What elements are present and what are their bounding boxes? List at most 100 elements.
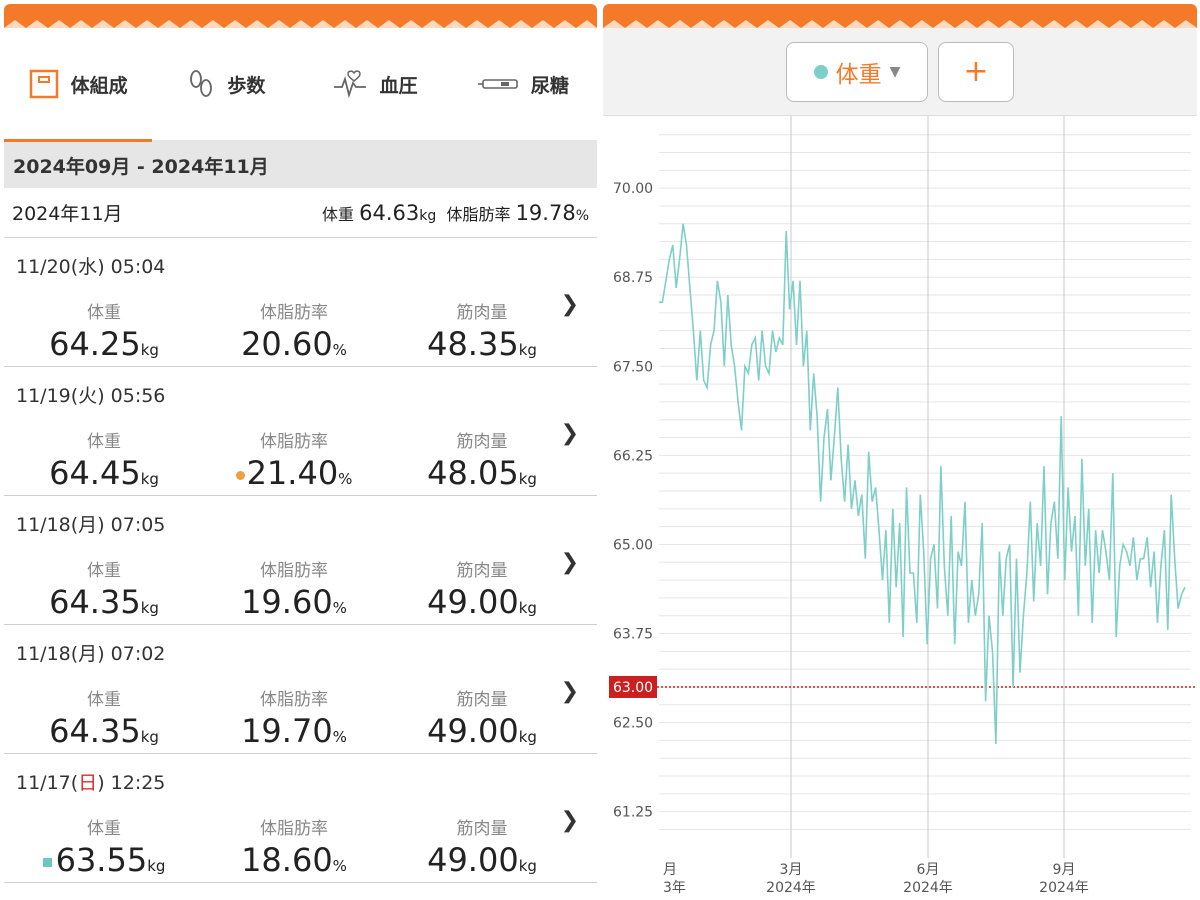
month-summary: 2024年11月 体重 64.63kg 体脂肪率 19.78% <box>4 188 597 238</box>
muscle-cell: 筋肉量 48.35kg <box>392 298 572 363</box>
fat-average: 19.78 <box>515 200 576 225</box>
month-averages: 体重 64.63kg 体脂肪率 19.78% <box>322 201 589 225</box>
measurement-row[interactable]: 11/18(月) 07:05 体重 64.35kg 体脂肪率 19.60% 筋肉量 49.0… <box>4 496 597 625</box>
body-fat-cell: 体脂肪率 19.60% <box>204 556 384 621</box>
weight-cell: 体重 64.35kg <box>14 685 194 750</box>
y-tick-label: 66.25 <box>613 448 653 464</box>
muscle-cell: 筋肉量 49.00kg <box>392 556 572 621</box>
weight-value: 64.25kg <box>49 325 159 363</box>
graph-panel: 体重 ▼ + 70.00 68.75 67.50 66.25 65.00 63.75 62.… <box>603 4 1197 894</box>
y-tick-label: 63.75 <box>613 627 653 643</box>
weight-value: 64.45kg <box>49 454 159 492</box>
add-metric-button[interactable]: + <box>938 41 1014 102</box>
category-tabs: 体組成 歩数 血圧 尿糖 <box>4 28 597 142</box>
alert-dot-icon <box>235 470 245 480</box>
x-tick-year-label: 2024年 <box>903 880 953 894</box>
chevron-right-icon[interactable]: ❯ <box>561 550 579 575</box>
body-fat-value: 21.40% <box>204 454 384 492</box>
muscle-cell: 筋肉量 49.00kg <box>392 814 572 879</box>
header-decoration <box>4 4 597 28</box>
weight-label: 体重 <box>322 204 355 224</box>
weight-label: 体重 <box>87 819 121 839</box>
heart-pulse-icon <box>332 69 368 99</box>
weight-unit: kg <box>419 207 437 224</box>
weight-series-line <box>659 223 1186 745</box>
series-color-dot <box>813 64 828 79</box>
x-tick-label: 3月 <box>780 862 803 878</box>
weight-chart[interactable]: 70.00 68.75 67.50 66.25 65.00 63.75 62.50 61.25… <box>603 116 1197 894</box>
muscle-label: 筋肉量 <box>456 690 508 710</box>
metric-selector-label: 体重 <box>835 61 882 88</box>
muscle-value: 49.00kg <box>427 712 537 750</box>
y-tick-label: 61.25 <box>613 805 653 821</box>
tab-body-composition[interactable]: 体組成 <box>4 28 153 142</box>
weight-value: 64.35kg <box>49 583 159 621</box>
target-label: 63.00 <box>613 680 653 696</box>
weight-label: 体重 <box>87 432 121 452</box>
tab-label: 歩数 <box>227 74 266 97</box>
tab-label: 血圧 <box>379 74 418 97</box>
muscle-label: 筋肉量 <box>456 819 508 839</box>
chevron-right-icon[interactable]: ❯ <box>561 421 579 446</box>
muscle-value: 49.00kg <box>427 583 537 621</box>
measurement-datetime: 11/17(日) 12:25 <box>16 772 166 794</box>
muscle-cell: 筋肉量 49.00kg <box>392 685 572 750</box>
y-tick-label: 68.75 <box>613 270 653 286</box>
x-tick-year-label: 3年 <box>663 880 686 894</box>
measurement-row[interactable]: 11/17(日) 12:25 体重 63.55kg 体脂肪率 18.60% 筋肉量 49.0… <box>4 754 597 883</box>
urine-test-icon <box>477 76 519 92</box>
fat-label: 体脂肪率 <box>446 204 511 224</box>
body-fat-value: 20.60% <box>241 325 347 363</box>
body-fat-cell: 体脂肪率 21.40% <box>204 427 384 492</box>
body-fat-cell: 体脂肪率 18.60% <box>204 814 384 879</box>
weight-label: 体重 <box>87 690 121 710</box>
muscle-label: 筋肉量 <box>456 432 508 452</box>
body-fat-cell: 体脂肪率 19.70% <box>204 685 384 750</box>
measurement-row[interactable]: 11/18(月) 07:02 体重 64.35kg 体脂肪率 19.70% 筋肉量 49.0… <box>4 625 597 754</box>
y-tick-label: 62.50 <box>613 716 653 732</box>
tab-label: 尿糖 <box>530 74 569 97</box>
tab-blood-pressure[interactable]: 血圧 <box>301 28 449 140</box>
muscle-label: 筋肉量 <box>456 303 508 323</box>
body-fat-label: 体脂肪率 <box>260 432 328 452</box>
tab-urine-sugar[interactable]: 尿糖 <box>449 28 597 140</box>
tab-label: 体組成 <box>70 74 128 97</box>
y-tick-label: 65.00 <box>613 537 653 553</box>
weight-cell: 体重 64.25kg <box>14 298 194 363</box>
weight-label: 体重 <box>87 303 121 323</box>
muscle-value: 49.00kg <box>427 841 537 879</box>
chevron-right-icon[interactable]: ❯ <box>561 679 579 704</box>
chevron-right-icon[interactable]: ❯ <box>561 292 579 317</box>
weight-cell: 体重 63.55kg <box>14 814 194 879</box>
weight-label: 体重 <box>87 561 121 581</box>
measurement-list: 11/20(水) 05:04 体重 64.25kg 体脂肪率 20.60% 筋肉量 48.3… <box>4 238 597 883</box>
weight-average: 64.63 <box>359 200 420 225</box>
fat-unit: % <box>575 207 589 224</box>
chevron-right-icon[interactable]: ❯ <box>561 808 579 833</box>
metric-selector[interactable]: 体重 ▼ <box>786 41 928 102</box>
measurement-row[interactable]: 11/20(水) 05:04 体重 64.25kg 体脂肪率 20.60% 筋肉量 48.3… <box>4 238 597 367</box>
measurement-row[interactable]: 11/19(火) 05:56 体重 64.45kg 体脂肪率 21.40% 筋肉量 48.0… <box>4 367 597 496</box>
footsteps-icon <box>187 68 215 100</box>
weight-cell: 体重 64.35kg <box>14 556 194 621</box>
body-fat-label: 体脂肪率 <box>260 690 328 710</box>
measurement-datetime: 11/19(火) 05:56 <box>16 385 166 407</box>
muscle-value: 48.05kg <box>427 454 537 492</box>
muscle-cell: 筋肉量 48.05kg <box>392 427 572 492</box>
muscle-value: 48.35kg <box>427 325 537 363</box>
weight-cell: 体重 64.45kg <box>14 427 194 492</box>
x-tick-label: 月 <box>663 862 677 878</box>
graph-toolbar: 体重 ▼ + <box>603 28 1197 116</box>
measurement-datetime: 11/18(月) 07:05 <box>16 514 166 536</box>
measurement-datetime: 11/20(水) 05:04 <box>16 256 166 278</box>
x-tick-year-label: 2024年 <box>1039 880 1089 894</box>
measurement-datetime: 11/18(月) 07:02 <box>16 643 166 665</box>
marker-square-icon <box>42 857 52 867</box>
dropdown-arrow-icon: ▼ <box>889 63 901 80</box>
y-tick-label: 67.50 <box>613 359 653 375</box>
date-range-header: 2024年09月 - 2024年11月 <box>4 142 597 188</box>
tab-steps[interactable]: 歩数 <box>152 28 300 140</box>
body-fat-label: 体脂肪率 <box>260 303 328 323</box>
body-composition-icon <box>29 69 59 99</box>
body-fat-value: 18.60% <box>241 841 347 879</box>
